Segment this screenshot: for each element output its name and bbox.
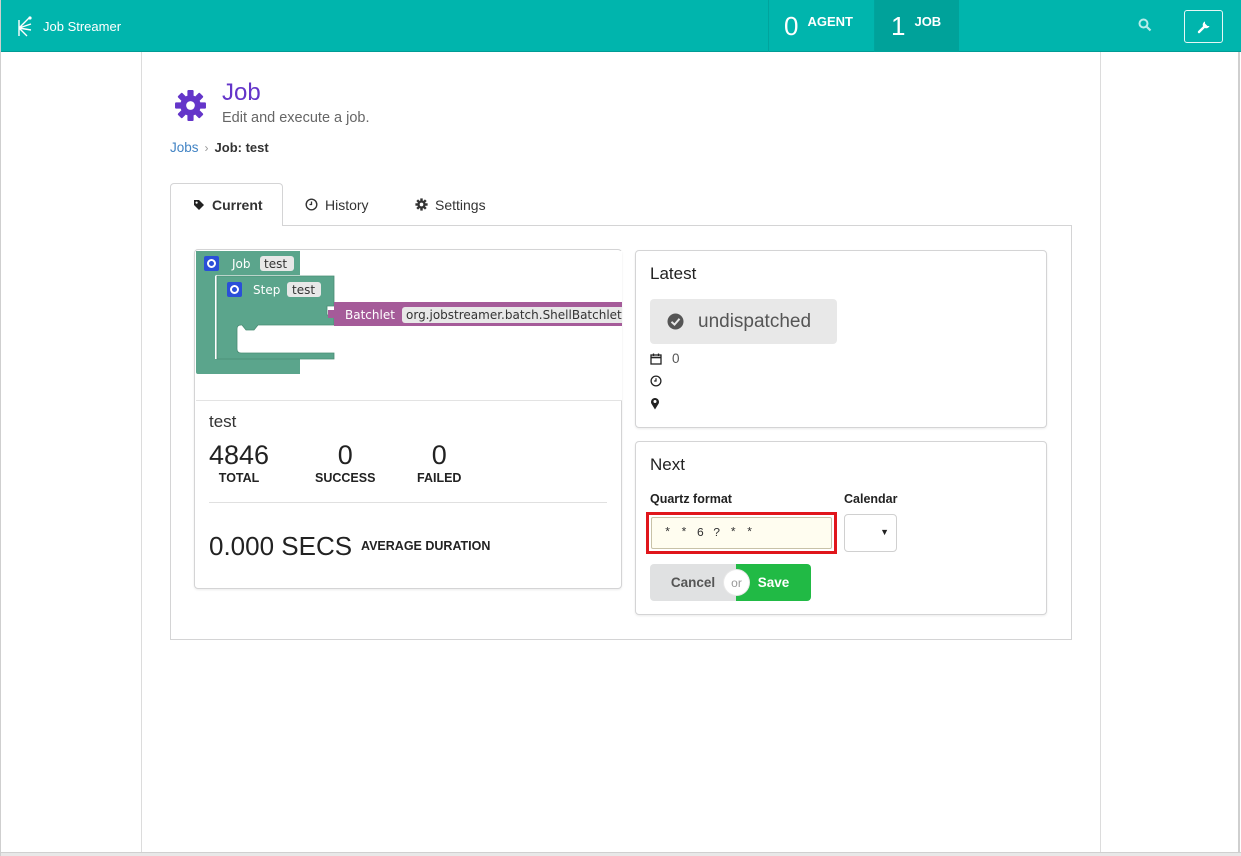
latest-card: Latest undispatched 0 bbox=[635, 250, 1047, 428]
settings-wrench-button[interactable] bbox=[1184, 10, 1223, 43]
job-summary-card: Job test Step test Batchlet org.jobstrea… bbox=[194, 249, 622, 589]
step-block-value: test bbox=[292, 283, 315, 297]
success-label: SUCCESS bbox=[315, 471, 376, 485]
dropdown-arrow-icon: ▼ bbox=[880, 527, 889, 537]
job-count: 1 bbox=[891, 10, 906, 41]
bottom-scrollbar[interactable] bbox=[1, 852, 1241, 856]
stat-success: 0 SUCCESS bbox=[315, 440, 375, 485]
step-block-label: Step bbox=[253, 283, 280, 297]
tab-settings-label: Settings bbox=[435, 196, 486, 213]
map-marker-icon bbox=[651, 397, 659, 410]
breadcrumb: Jobs › Job: test bbox=[170, 140, 269, 155]
step-gear-icon bbox=[227, 282, 242, 297]
job-counter[interactable]: 1 JOB bbox=[874, 0, 959, 52]
next-title: Next bbox=[650, 455, 685, 474]
tab-history[interactable]: History bbox=[305, 183, 369, 226]
job-name: test bbox=[209, 412, 237, 431]
gear-icon bbox=[175, 90, 206, 121]
search-button[interactable] bbox=[1138, 18, 1152, 37]
failed-value: 0 bbox=[431, 440, 447, 470]
job-block-label: Job bbox=[231, 257, 251, 271]
stat-failed: 0 FAILED bbox=[417, 440, 461, 485]
page-title: Job bbox=[222, 79, 261, 106]
or-divider: or bbox=[724, 570, 749, 595]
tab-current-label: Current bbox=[212, 197, 263, 213]
wrench-icon bbox=[1197, 21, 1209, 33]
status-text: undispatched bbox=[698, 310, 812, 332]
success-value: 0 bbox=[337, 440, 353, 470]
batchlet-block-label: Batchlet bbox=[345, 308, 395, 322]
clock-icon bbox=[650, 375, 662, 387]
agent-count: 0 bbox=[784, 10, 799, 41]
tab-current[interactable]: Current bbox=[170, 183, 283, 226]
latest-duration-row bbox=[650, 375, 672, 387]
quartz-highlight bbox=[646, 512, 837, 554]
content-border-left bbox=[141, 52, 142, 856]
agent-counter[interactable]: 0 AGENT bbox=[768, 0, 874, 52]
status-badge: undispatched bbox=[650, 299, 837, 344]
calendar-select[interactable]: ▼ bbox=[844, 514, 897, 552]
tab-settings[interactable]: Settings bbox=[415, 183, 486, 226]
page-border-right bbox=[1238, 52, 1240, 856]
job-block-value: test bbox=[264, 257, 287, 271]
quartz-input[interactable] bbox=[651, 517, 832, 549]
latest-title: Latest bbox=[650, 264, 697, 283]
gear-icon bbox=[415, 198, 428, 211]
calendar-icon bbox=[650, 353, 662, 365]
quartz-label: Quartz format bbox=[650, 492, 732, 506]
tag-icon bbox=[194, 200, 204, 210]
total-label: TOTAL bbox=[218, 471, 260, 485]
search-icon bbox=[1138, 18, 1152, 32]
clock-icon bbox=[305, 198, 318, 211]
content-border-right bbox=[1100, 52, 1101, 856]
job-gear-icon bbox=[204, 256, 219, 271]
average-duration-value: 0.000 SECS bbox=[209, 531, 353, 561]
job-label: JOB bbox=[914, 13, 942, 29]
latest-date-value: 0 bbox=[672, 351, 680, 366]
logo-icon bbox=[18, 16, 32, 37]
next-card: Next Quartz format Calendar ▼ Cancel or … bbox=[635, 441, 1047, 615]
top-navbar: Job Streamer 0 AGENT 1 JOB bbox=[1, 0, 1241, 52]
latest-agent-row bbox=[650, 397, 670, 410]
stats-divider bbox=[209, 502, 607, 503]
latest-date-row: 0 bbox=[650, 351, 680, 366]
chevron-right-icon: › bbox=[204, 140, 209, 155]
block-canvas: Job test Step test Batchlet org.jobstrea… bbox=[196, 251, 622, 374]
failed-label: FAILED bbox=[417, 471, 462, 485]
breadcrumb-current: Job: test bbox=[214, 140, 269, 155]
app-name: Job Streamer bbox=[43, 18, 122, 34]
tab-history-label: History bbox=[325, 196, 369, 213]
average-duration-label: AVERAGE DURATION bbox=[361, 539, 491, 553]
stat-total: 4846 TOTAL bbox=[209, 440, 269, 485]
batchlet-block-value: org.jobstreamer.batch.ShellBatchlet bbox=[406, 308, 622, 322]
block-editor[interactable]: Job test Step test Batchlet org.jobstrea… bbox=[196, 251, 622, 401]
check-circle-icon bbox=[667, 313, 684, 330]
calendar-label: Calendar bbox=[844, 492, 898, 506]
agent-label: AGENT bbox=[807, 13, 853, 29]
breadcrumb-jobs-link[interactable]: Jobs bbox=[170, 140, 199, 155]
app-window: Job Streamer 0 AGENT 1 JOB Job Edit and … bbox=[0, 0, 1241, 856]
total-value: 4846 bbox=[209, 440, 270, 470]
app-logo[interactable]: Job Streamer bbox=[17, 14, 121, 38]
page-subtitle: Edit and execute a job. bbox=[222, 110, 370, 126]
